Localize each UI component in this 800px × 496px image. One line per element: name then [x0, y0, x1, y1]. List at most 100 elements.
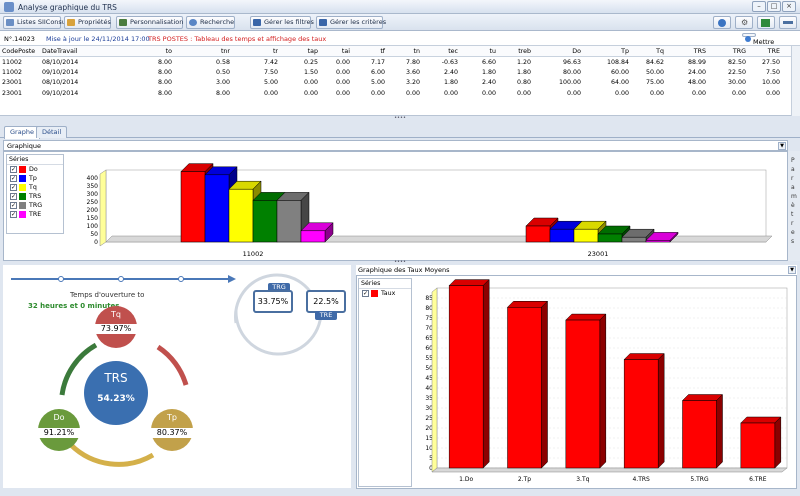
column-header[interactable]: tr [232, 46, 280, 57]
minimize-button[interactable]: – [752, 1, 766, 12]
table-row[interactable]: 23001 09/10/2014 8.00 8.00 0.00 0.00 0.00 0.00 0… [0, 88, 800, 99]
table-cell[interactable]: 23001 [0, 88, 40, 99]
settings-button[interactable]: ⚙ [735, 16, 753, 29]
table-cell[interactable]: 08/10/2014 [40, 57, 88, 68]
table-cell[interactable]: 6.60 [460, 57, 498, 68]
table-cell[interactable]: 8.00 [88, 67, 174, 78]
column-header[interactable]: Do [533, 46, 583, 57]
listes-button[interactable]: Listes SIIConsult [3, 16, 70, 29]
table-cell[interactable]: 5.00 [232, 78, 280, 89]
legend-item[interactable]: ✓ Tp [7, 174, 63, 183]
options-button[interactable] [779, 16, 797, 29]
table-row[interactable]: 11002 09/10/2014 8.00 0.50 7.50 1.50 0.00 6.00 3… [0, 67, 800, 78]
legend-item[interactable]: ✓ TRS [7, 192, 63, 201]
column-header[interactable]: TRE [748, 46, 782, 57]
graphique-select[interactable]: Graphique ▼ [3, 140, 788, 151]
table-cell[interactable]: 88.99 [666, 57, 708, 68]
gerer-filtres-button[interactable]: Gérer les filtres [250, 16, 314, 29]
table-cell[interactable]: 7.50 [232, 67, 280, 78]
table-cell[interactable]: 8.00 [88, 78, 174, 89]
table-cell[interactable]: 3.00 [174, 78, 232, 89]
table-cell[interactable]: 0.00 [280, 88, 320, 99]
proprietes-button[interactable]: Propriétés [64, 16, 111, 29]
table-cell[interactable]: 48.00 [666, 78, 708, 89]
table-cell[interactable]: 0.00 [320, 88, 352, 99]
table-cell[interactable]: 0.00 [631, 88, 666, 99]
table-cell[interactable]: 24.00 [666, 67, 708, 78]
taux-moyens-select[interactable]: Graphique des Taux Moyens ▼ [356, 265, 797, 276]
table-cell[interactable]: -0.63 [422, 57, 460, 68]
table-cell[interactable]: 5.00 [352, 78, 387, 89]
table-cell[interactable]: 84.62 [631, 57, 666, 68]
gerer-criteres-button[interactable]: Gérer les critères [316, 16, 386, 29]
column-header[interactable]: Tp [583, 46, 631, 57]
table-cell[interactable]: 2.40 [422, 67, 460, 78]
legend-item[interactable]: ✓ TRG [7, 201, 63, 210]
grid-scrollbar[interactable] [791, 46, 800, 116]
tab-graphe[interactable]: Graphe [4, 126, 40, 139]
column-header[interactable]: tap [280, 46, 320, 57]
column-header[interactable]: DateTravail [40, 46, 88, 57]
table-cell[interactable]: 7.50 [748, 67, 782, 78]
table-cell[interactable]: 6.00 [352, 67, 387, 78]
table-cell[interactable]: 11002 [0, 67, 40, 78]
parametres-side-tab[interactable]: Paramètres [787, 151, 800, 261]
table-cell[interactable]: 7.42 [232, 57, 280, 68]
column-header[interactable]: TRS [666, 46, 708, 57]
grid-splitter[interactable]: •••• [0, 116, 800, 122]
table-cell[interactable]: 23001 [0, 78, 40, 89]
column-header[interactable]: tai [320, 46, 352, 57]
table-cell[interactable]: 08/10/2014 [40, 78, 88, 89]
table-cell[interactable]: 50.00 [631, 67, 666, 78]
table-cell[interactable]: 0.00 [232, 88, 280, 99]
column-header[interactable]: treb [498, 46, 533, 57]
column-header[interactable]: tn [387, 46, 422, 57]
table-cell[interactable]: 0.00 [422, 88, 460, 99]
table-cell[interactable]: 1.20 [498, 57, 533, 68]
column-header[interactable]: tnr [174, 46, 232, 57]
table-cell[interactable]: 10.00 [748, 78, 782, 89]
table-cell[interactable]: 80.00 [533, 67, 583, 78]
export-excel-button[interactable] [757, 16, 775, 29]
table-cell[interactable]: 0.25 [280, 57, 320, 68]
globe-button[interactable] [713, 16, 731, 29]
table-cell[interactable]: 09/10/2014 [40, 88, 88, 99]
table-cell[interactable]: 1.50 [280, 67, 320, 78]
table-cell[interactable]: 09/10/2014 [40, 67, 88, 78]
table-cell[interactable]: 2.40 [460, 78, 498, 89]
table-cell[interactable]: 64.00 [583, 78, 631, 89]
mettre-a-jour-button[interactable]: Mettre à jour [742, 33, 774, 54]
legend-item[interactable]: ✓ TRE [7, 210, 63, 219]
table-cell[interactable]: 1.80 [422, 78, 460, 89]
table-cell[interactable]: 82.50 [708, 57, 748, 68]
column-header[interactable]: tf [352, 46, 387, 57]
column-header[interactable]: tu [460, 46, 498, 57]
table-cell[interactable]: 0.00 [460, 88, 498, 99]
table-cell[interactable]: 0.58 [174, 57, 232, 68]
table-cell[interactable]: 0.00 [387, 88, 422, 99]
table-cell[interactable]: 1.80 [460, 67, 498, 78]
table-cell[interactable]: 0.00 [583, 88, 631, 99]
personnalisation-button[interactable]: Personnalisation [116, 16, 183, 29]
chevron-down-icon[interactable]: ▼ [778, 142, 786, 150]
table-cell[interactable]: 60.00 [583, 67, 631, 78]
table-cell[interactable]: 0.00 [708, 88, 748, 99]
table-cell[interactable]: 11002 [0, 57, 40, 68]
chevron-down-icon[interactable]: ▼ [788, 266, 796, 274]
table-cell[interactable]: 1.80 [498, 67, 533, 78]
column-header[interactable]: TRG [708, 46, 748, 57]
table-cell[interactable]: 0.00 [498, 88, 533, 99]
table-cell[interactable]: 75.00 [631, 78, 666, 89]
column-header[interactable]: CodePoste [0, 46, 40, 57]
table-cell[interactable]: 0.50 [174, 67, 232, 78]
table-cell[interactable]: 0.80 [498, 78, 533, 89]
table-row[interactable]: 11002 08/10/2014 8.00 0.58 7.42 0.25 0.00 7.17 7… [0, 57, 800, 68]
table-cell[interactable]: 30.00 [708, 78, 748, 89]
table-row[interactable]: 23001 08/10/2014 8.00 3.00 5.00 0.00 0.00 5.00 3… [0, 78, 800, 89]
column-header[interactable]: to [88, 46, 174, 57]
maximize-button[interactable]: □ [767, 1, 781, 12]
table-cell[interactable]: 108.84 [583, 57, 631, 68]
table-cell[interactable]: 3.20 [387, 78, 422, 89]
table-cell[interactable]: 0.00 [320, 57, 352, 68]
table-cell[interactable]: 0.00 [280, 78, 320, 89]
